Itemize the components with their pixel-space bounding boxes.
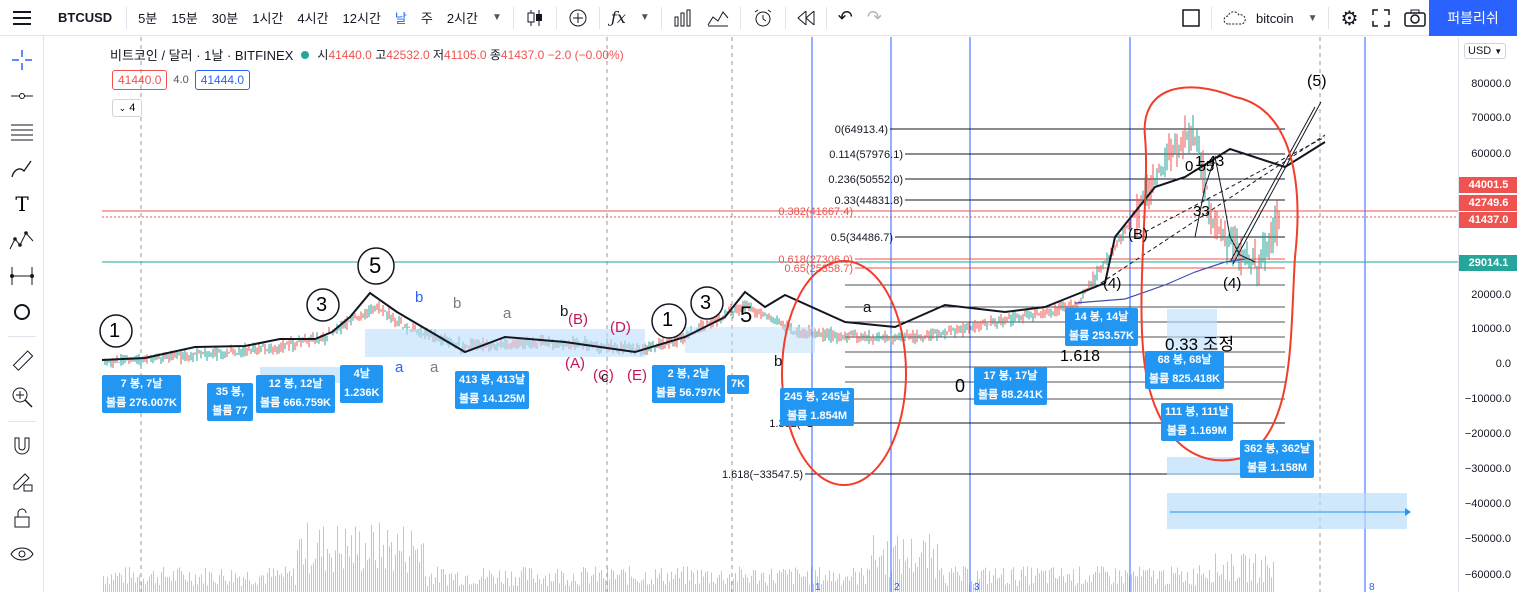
wave-label-4p-left[interactable]: (4): [1103, 275, 1121, 292]
indicators-fx-icon[interactable]: ƒx: [604, 0, 633, 36]
price-tag-alert[interactable]: 42749.6: [1459, 195, 1517, 211]
price-scale[interactable]: USD ▼ 80000.0 70000.0 60000.0 50000.0 20…: [1458, 37, 1517, 592]
layout-cloud-icon[interactable]: [1216, 0, 1254, 36]
wave-label-33[interactable]: 33: [1193, 203, 1210, 220]
indicators-dropdown-icon[interactable]: ▼: [633, 0, 657, 36]
measure-range-icon[interactable]: [0, 258, 44, 294]
eye-visibility-icon[interactable]: [0, 536, 44, 572]
wave-label-A[interactable]: (A): [565, 355, 585, 372]
wave-label-1618[interactable]: 1.618: [1060, 348, 1100, 366]
compare-add-icon[interactable]: [561, 0, 595, 36]
price-label: −30000.0: [1464, 463, 1511, 475]
price-label: −60000.0: [1464, 569, 1511, 581]
publish-button[interactable]: 퍼블리쉬: [1429, 0, 1517, 36]
interval-1h[interactable]: 1시간: [245, 0, 290, 36]
wave-label-E[interactable]: (E): [627, 367, 647, 384]
interval-12h[interactable]: 12시간: [336, 0, 388, 36]
wave-label-b4[interactable]: b: [774, 353, 782, 370]
drawing-toolbar: T: [0, 36, 44, 592]
elliott-wave-icon[interactable]: [0, 222, 44, 258]
interval-5m[interactable]: 5분: [131, 0, 164, 36]
price-tag-line[interactable]: 29014.1: [1459, 255, 1517, 271]
menu-icon[interactable]: [0, 0, 44, 36]
pencil-lock-icon[interactable]: [0, 464, 44, 500]
replay-icon[interactable]: [790, 0, 822, 36]
redo-icon[interactable]: ↷: [860, 0, 889, 36]
interval-day[interactable]: 날: [388, 0, 414, 36]
price-label: −40000.0: [1464, 498, 1511, 510]
time-marker: 2: [894, 582, 900, 592]
wave-label-D[interactable]: (D): [610, 319, 631, 336]
wave-label-b[interactable]: b: [415, 289, 423, 306]
interval-week[interactable]: 주: [414, 0, 440, 36]
wave-label-5[interactable]: 5: [369, 253, 381, 279]
tradingview-app: { "toolbar": { "symbol": "BTCUSD", "inte…: [0, 0, 1517, 592]
symbol-search[interactable]: BTCUSD: [44, 0, 122, 36]
alert-clock-icon[interactable]: [745, 0, 781, 36]
wave-label-3b[interactable]: 3: [700, 292, 711, 315]
chevron-down-icon: ▼: [1494, 47, 1503, 56]
price-label: 60000.0: [1471, 148, 1511, 160]
top-toolbar: BTCUSD 5분 15분 30분 1시간 4시간 12시간 날 주 2시간 ▼…: [0, 0, 1517, 36]
fullscreen-layout-icon[interactable]: [1175, 0, 1207, 36]
interval-15m[interactable]: 15분: [164, 0, 204, 36]
price-tag-last[interactable]: 41437.0: [1459, 212, 1517, 228]
wave-label-143[interactable]: 1.43: [1195, 153, 1224, 170]
price-label: 20000.0: [1471, 289, 1511, 301]
settings-gear-icon[interactable]: ⚙: [1333, 0, 1365, 36]
chart-pane[interactable]: 0(64913.4) 0.114(57976.1) 0.236(50552.0) 0.…: [45, 37, 1458, 592]
price-label: −50000.0: [1464, 533, 1511, 545]
magnet-icon[interactable]: [0, 428, 44, 464]
wave-label-1[interactable]: 1: [109, 320, 120, 343]
wave-label-1b[interactable]: 1: [662, 309, 673, 332]
brush-icon[interactable]: [0, 150, 44, 186]
candle-style-icon[interactable]: [518, 0, 552, 36]
trend-line-icon[interactable]: [0, 78, 44, 114]
time-marker: 1: [815, 582, 821, 592]
wave-label-C[interactable]: (C): [593, 367, 614, 384]
text-tool-icon[interactable]: T: [0, 186, 44, 222]
layout-dropdown-icon[interactable]: ▼: [1301, 0, 1325, 36]
interval-2h[interactable]: 2시간: [440, 0, 485, 36]
time-marker: 8: [1369, 582, 1375, 592]
layout-name[interactable]: bitcoin: [1254, 0, 1301, 36]
wave-label-a4[interactable]: a: [863, 299, 871, 316]
price-label: 80000.0: [1471, 78, 1511, 90]
ruler-icon[interactable]: [0, 343, 44, 379]
price-label: −10000.0: [1464, 393, 1511, 405]
financials-icon[interactable]: [666, 0, 700, 36]
undo-icon[interactable]: ↶: [831, 0, 860, 36]
price-label: 70000.0: [1471, 112, 1511, 124]
price-tag-alert[interactable]: 44001.5: [1459, 177, 1517, 193]
wave-label-B[interactable]: (B): [1128, 226, 1148, 243]
wave-label-B2[interactable]: (B): [568, 311, 588, 328]
wave-label-5b[interactable]: 5: [740, 302, 752, 328]
fib-retracement-icon[interactable]: [0, 114, 44, 150]
wave-label-a3[interactable]: a: [503, 305, 511, 322]
currency-selector[interactable]: USD ▼: [1464, 43, 1507, 59]
wave-label-4p[interactable]: (4): [1223, 275, 1241, 292]
price-label: 10000.0: [1471, 323, 1511, 335]
circle-shape-icon[interactable]: [0, 294, 44, 330]
templates-icon[interactable]: [700, 0, 736, 36]
time-marker: 3: [974, 582, 980, 592]
wave-label-correction[interactable]: 0.33 조정: [1165, 330, 1234, 355]
wave-label-a2[interactable]: a: [430, 359, 438, 376]
wave-label-a[interactable]: a: [395, 359, 403, 376]
zoom-in-icon[interactable]: [0, 379, 44, 415]
lock-icon[interactable]: [0, 500, 44, 536]
interval-30m[interactable]: 30분: [205, 0, 245, 36]
price-label: −20000.0: [1464, 428, 1511, 440]
fullscreen-icon[interactable]: [1365, 0, 1397, 36]
interval-dropdown-icon[interactable]: ▼: [485, 0, 509, 36]
interval-4h[interactable]: 4시간: [290, 0, 335, 36]
wave-label-b2[interactable]: b: [453, 295, 461, 312]
price-label: 0.0: [1495, 358, 1511, 370]
wave-label-0[interactable]: 0: [955, 376, 965, 397]
wave-label-3[interactable]: 3: [316, 294, 327, 317]
wave-label-5p[interactable]: (5): [1307, 73, 1327, 91]
crosshair-icon[interactable]: [0, 42, 44, 78]
